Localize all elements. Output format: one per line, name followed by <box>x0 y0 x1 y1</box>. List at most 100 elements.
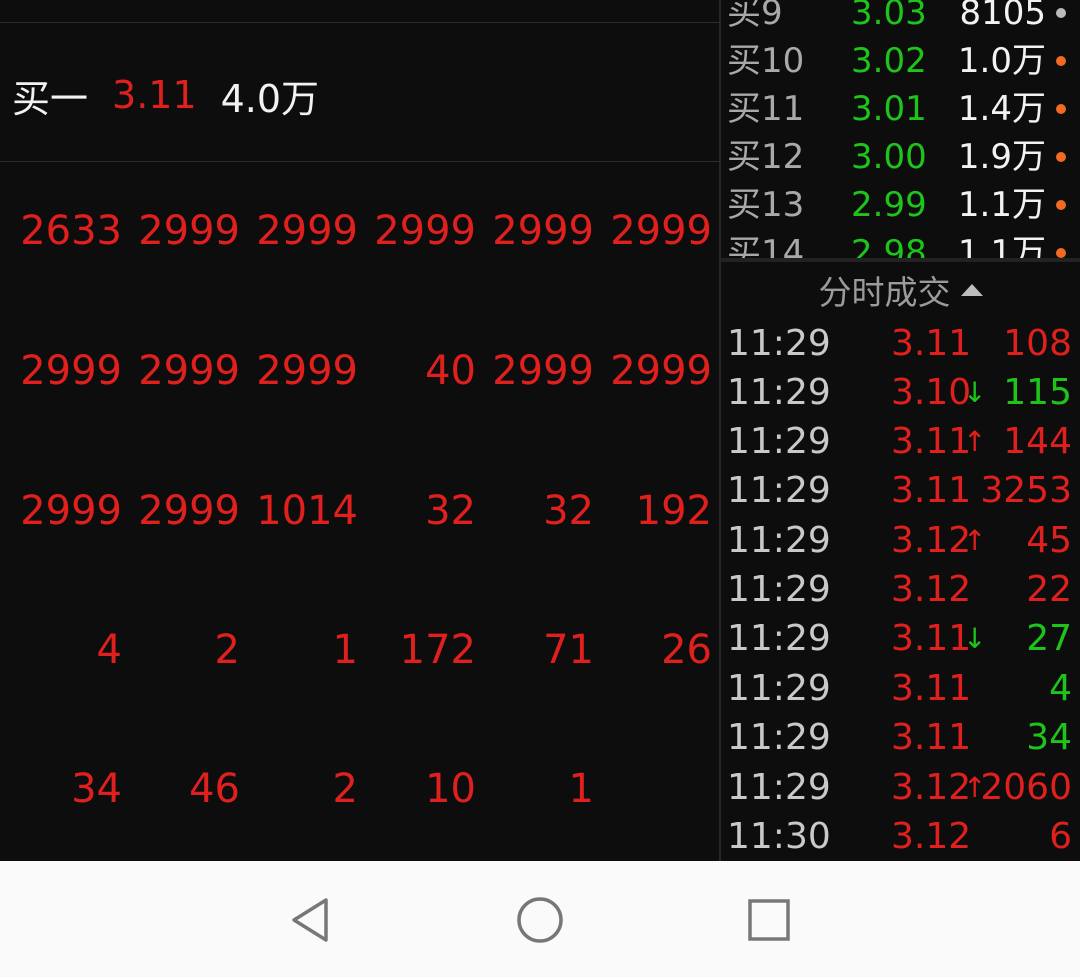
queue-cell: 2999 <box>20 348 122 394</box>
tick-row: 11:29 3.10 ↓ 115 <box>721 369 1080 417</box>
tick-time: 11:29 <box>727 323 831 364</box>
queue-panel: 买一 3.11 4.0万 2633 2999 2999 2999 2999 29… <box>0 0 719 861</box>
tick-volume: 2060 <box>980 767 1072 808</box>
tick-row: 11:29 3.11 3253 <box>721 467 1080 515</box>
tick-price: 3.12 <box>891 816 972 857</box>
down-arrow-icon: ↓ <box>963 376 987 409</box>
tick-row: 11:29 3.11 4 <box>721 665 1080 713</box>
sort-up-triangle-icon[interactable] <box>960 284 983 296</box>
level-price: 2.98 <box>851 233 927 258</box>
queue-cell: 4 <box>96 627 122 673</box>
tick-price: 3.12 <box>891 569 972 610</box>
queue-cell: 2 <box>214 627 240 673</box>
orange-dot-icon <box>1056 152 1066 162</box>
back-triangle-icon <box>292 898 328 942</box>
queue-cell: 2999 <box>492 208 594 254</box>
level-price: 3.00 <box>851 137 927 177</box>
order-book[interactable]: 买9 3.03 8105 买10 3.02 1.0万 买11 3.01 1.4万… <box>721 0 1080 258</box>
order-book-row[interactable]: 买10 3.02 1.0万 <box>721 37 1080 85</box>
divider-top <box>0 22 719 23</box>
tick-price: 3.11 <box>891 421 972 462</box>
level-label: 买9 <box>727 0 783 33</box>
up-arrow-icon: ↑ <box>963 524 987 557</box>
recents-button[interactable] <box>744 895 794 945</box>
tick-time: 11:29 <box>727 569 831 610</box>
queue-row: 34 46 2 10 1 <box>0 764 719 814</box>
ticks-header[interactable]: 分时成交 <box>721 266 1080 314</box>
queue-cell: 2999 <box>374 208 476 254</box>
queue-cell: 2 <box>332 766 358 812</box>
tick-price: 3.11 <box>891 470 972 511</box>
queue-cell: 192 <box>635 488 712 534</box>
level-label: 买13 <box>727 185 805 225</box>
back-button[interactable] <box>285 895 335 945</box>
tick-volume: 4 <box>1049 668 1072 709</box>
queue-cell: 2999 <box>256 208 358 254</box>
tick-price: 3.11 <box>891 668 972 709</box>
tick-time: 11:30 <box>727 816 831 857</box>
queue-cell: 1 <box>568 766 594 812</box>
level-price: 2.99 <box>851 185 927 225</box>
tick-time: 11:29 <box>727 668 831 709</box>
home-button[interactable] <box>515 895 565 945</box>
queue-cell: 2999 <box>138 348 240 394</box>
tick-volume: 45 <box>1026 520 1072 561</box>
tick-price: 3.12 <box>891 520 972 561</box>
tick-row: 11:29 3.12 ↑ 45 <box>721 517 1080 565</box>
tick-price: 3.10 <box>891 372 972 413</box>
tick-row: 11:29 3.11 108 <box>721 320 1080 368</box>
queue-cell: 2999 <box>256 348 358 394</box>
order-book-row[interactable]: 买13 2.99 1.1万 <box>721 181 1080 229</box>
queue-cell: 26 <box>661 627 712 673</box>
order-book-row[interactable]: 买12 3.00 1.9万 <box>721 133 1080 181</box>
level-qty: 8105 <box>959 0 1046 33</box>
tick-row: 11:29 3.11 ↓ 27 <box>721 615 1080 663</box>
level-qty: 1.1万 <box>957 185 1046 225</box>
tick-row: 11:29 3.12 22 <box>721 566 1080 614</box>
queue-row: 2999 2999 1014 32 32 192 <box>0 486 719 536</box>
tick-time: 11:29 <box>727 520 831 561</box>
tick-time: 11:29 <box>727 717 831 758</box>
queue-cell: 32 <box>425 488 476 534</box>
queue-cell: 32 <box>543 488 594 534</box>
orange-dot-icon <box>1056 104 1066 114</box>
ticks-title: 分时成交 <box>818 273 951 312</box>
bid1-price: 3.11 <box>112 73 197 117</box>
down-arrow-icon: ↓ <box>963 622 987 655</box>
divider-bid1 <box>0 161 719 162</box>
bid1-volume: 4.0万 <box>220 76 320 121</box>
orange-dot-icon <box>1056 248 1066 258</box>
section-divider <box>721 258 1080 262</box>
tick-volume: 6 <box>1049 816 1072 857</box>
order-book-row[interactable]: 买11 3.01 1.4万 <box>721 85 1080 133</box>
orange-dot-icon <box>1056 200 1066 210</box>
orange-dot-icon <box>1056 56 1066 66</box>
tick-time: 11:29 <box>727 372 831 413</box>
queue-cell: 2999 <box>492 348 594 394</box>
tick-volume: 108 <box>1003 323 1072 364</box>
tick-volume: 144 <box>1003 421 1072 462</box>
queue-row: 2999 2999 2999 40 2999 2999 <box>0 346 719 396</box>
tick-volume: 34 <box>1026 717 1072 758</box>
level-qty: 1.9万 <box>957 137 1046 177</box>
queue-row: 4 2 1 172 71 26 <box>0 625 719 675</box>
tick-price: 3.12 <box>891 767 972 808</box>
right-panel: 买9 3.03 8105 买10 3.02 1.0万 买11 3.01 1.4万… <box>721 0 1080 861</box>
tick-time: 11:29 <box>727 767 831 808</box>
queue-cell: 40 <box>425 348 476 394</box>
system-nav-bar <box>0 861 1080 977</box>
queue-cell: 2999 <box>138 488 240 534</box>
level-label: 买11 <box>727 89 805 129</box>
tick-volume: 27 <box>1026 618 1072 659</box>
queue-cell: 46 <box>189 766 240 812</box>
order-book-row[interactable]: 买9 3.03 8105 <box>721 0 1080 37</box>
trading-screen: 买一 3.11 4.0万 2633 2999 2999 2999 2999 29… <box>0 0 1080 977</box>
level-price: 3.01 <box>851 89 927 129</box>
order-book-row[interactable]: 买14 2.98 1.1万 <box>721 229 1080 258</box>
level-label: 买10 <box>727 41 805 81</box>
home-circle-icon <box>517 897 563 943</box>
tick-price: 3.11 <box>891 717 972 758</box>
queue-cell: 34 <box>71 766 122 812</box>
queue-cell: 2633 <box>20 208 122 254</box>
tick-volume: 115 <box>1003 372 1072 413</box>
